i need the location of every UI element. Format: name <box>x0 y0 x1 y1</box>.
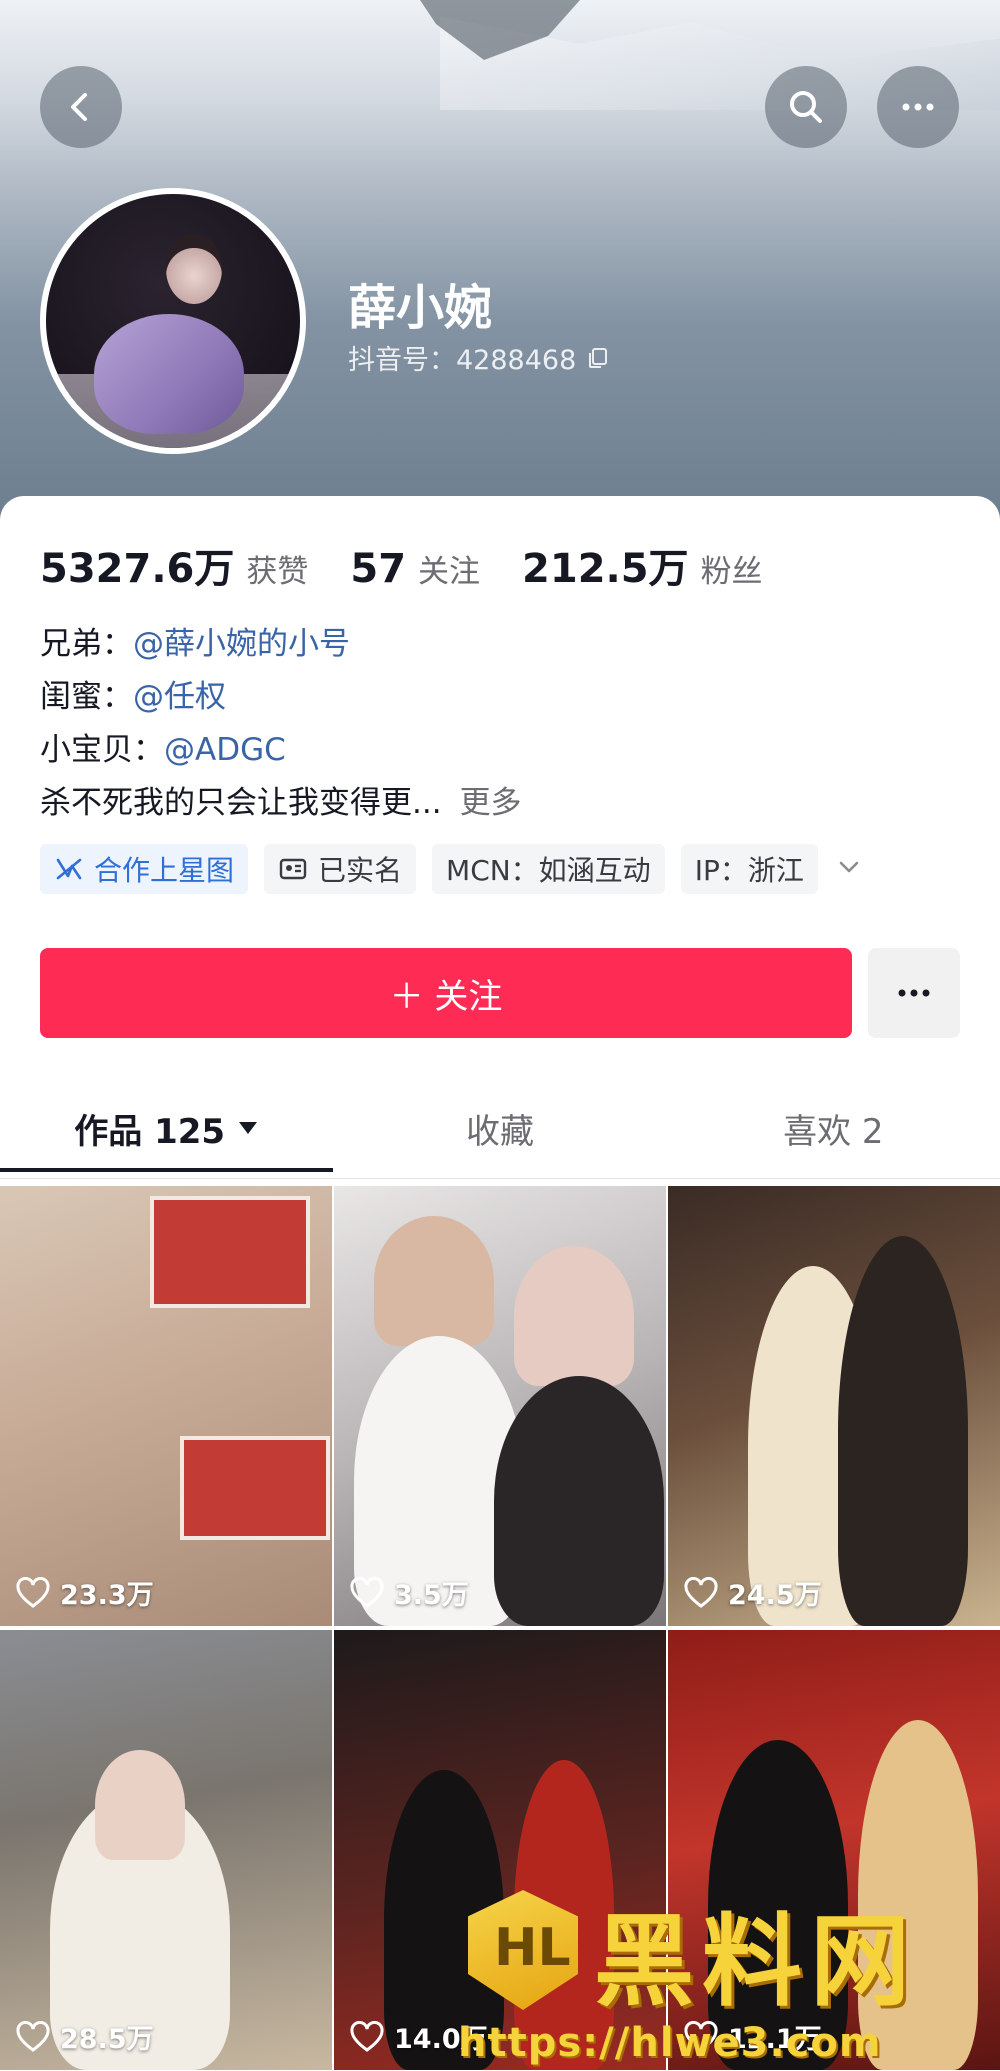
tag-label: IP：浙江 <box>694 854 804 887</box>
thumbnail-person <box>514 1246 634 1386</box>
like-count-value: 23.3万 <box>60 1580 154 1611</box>
bio-more-link[interactable]: 更多 <box>460 785 522 821</box>
heart-icon <box>16 2020 50 2052</box>
heart-icon <box>16 1576 50 1608</box>
bio-line: 小宝贝：@ADGC <box>40 724 522 777</box>
tab-label: 作品 125 <box>74 1111 226 1152</box>
watermark-title: 黑料网 <box>594 1903 918 2020</box>
following-label[interactable]: 关注 <box>418 546 480 591</box>
avatar-dress <box>94 314 244 434</box>
watermark: HL 黑料网 https://hlwe3.com <box>458 1880 1000 2071</box>
expand-tags-button[interactable] <box>834 852 864 886</box>
avatar[interactable] <box>40 188 306 454</box>
copy-icon[interactable] <box>586 346 610 370</box>
stats-row: 5327.6万 获赞 57 关注 212.5万 粉丝 <box>40 536 805 594</box>
bio-text: 杀不死我的只会让我变得更... <box>40 785 442 821</box>
video-thumbnail[interactable]: 23.3万 <box>0 1186 332 1626</box>
chevron-left-icon <box>71 93 87 121</box>
tag-label: 已实名 <box>318 854 403 887</box>
tag-verified-realname[interactable]: 已实名 <box>264 844 417 894</box>
bio-line-prefix: 小宝贝： <box>40 732 164 768</box>
bio-line-prefix: 兄弟： <box>40 626 133 662</box>
tag-star-map[interactable]: 合作上星图 <box>40 844 249 894</box>
watermark-logo-text: HL <box>494 1918 571 1978</box>
watermark-url: https://hlwe3.com <box>458 2020 882 2066</box>
thumbnail-person <box>494 1376 664 1626</box>
tag-label: MCN：如涵互动 <box>446 854 651 887</box>
douyin-id: 抖音号：4288468 <box>348 345 577 376</box>
followers-count[interactable]: 212.5万 <box>522 536 689 594</box>
thumbnail-person <box>374 1216 494 1346</box>
mention-link[interactable]: @任权 <box>133 679 226 715</box>
douyin-id-row[interactable]: 抖音号：4288468 <box>348 338 610 377</box>
tab-label: 收藏 <box>465 1111 534 1152</box>
like-count-value: 28.5万 <box>60 2024 154 2055</box>
search-icon <box>790 91 822 123</box>
search-button[interactable] <box>765 66 847 148</box>
caret-down-icon <box>239 1122 258 1134</box>
heart-icon <box>684 1576 718 1608</box>
tag-row: 合作上星图 已实名 MCN：如涵互动 IP：浙江 <box>40 844 864 894</box>
thumbnail-person <box>95 1750 185 1860</box>
bio-line-prefix: 闺蜜： <box>40 679 133 715</box>
tab-favorites[interactable]: 收藏 <box>333 1078 666 1178</box>
like-count-value: 3.5万 <box>394 1580 469 1611</box>
thumbnail-person <box>838 1236 968 1626</box>
likes-label: 获赞 <box>246 554 309 590</box>
heart-icon <box>350 1576 384 1608</box>
photo-print <box>150 1196 310 1308</box>
video-thumbnail[interactable]: 3.5万 <box>334 1186 666 1626</box>
video-thumbnail[interactable]: 24.5万 <box>668 1186 1000 1626</box>
bio: 兄弟：@薛小婉的小号 闺蜜：@任权 小宝贝：@ADGC 杀不死我的只会让我变得更… <box>40 618 522 830</box>
like-count: 23.3万 <box>16 1573 154 1612</box>
bio-line: 杀不死我的只会让我变得更... 更多 <box>40 777 522 830</box>
photo-print <box>180 1436 330 1540</box>
follow-button-label: ＋ 关注 <box>389 976 503 1017</box>
followers-label[interactable]: 粉丝 <box>701 546 763 591</box>
tabs-divider <box>0 1178 1000 1179</box>
nickname: 薛小婉 <box>348 280 493 336</box>
tag-mcn[interactable]: MCN：如涵互动 <box>432 844 665 894</box>
tag-label: 合作上星图 <box>94 854 235 887</box>
star-map-icon <box>56 858 82 880</box>
video-thumbnail[interactable]: 28.5万 <box>0 1630 332 2070</box>
bio-line: 兄弟：@薛小婉的小号 <box>40 618 522 671</box>
more-dots-icon <box>902 103 934 111</box>
avatar-head <box>166 234 222 304</box>
more-dots-icon <box>898 989 930 997</box>
chevron-down-icon <box>839 861 859 873</box>
following-count[interactable]: 57 <box>350 546 406 592</box>
profile-card: 5327.6万 获赞 57 关注 212.5万 粉丝 兄弟：@薛小婉的小号 闺蜜… <box>0 496 1000 2071</box>
like-count: 3.5万 <box>350 1573 469 1612</box>
id-card-icon <box>279 858 307 880</box>
tab-likes[interactable]: 喜欢 2 <box>667 1078 1000 1178</box>
like-count: 24.5万 <box>684 1573 822 1612</box>
mention-link[interactable]: @薛小婉的小号 <box>133 626 350 662</box>
more-options-button[interactable] <box>877 66 959 148</box>
mention-link[interactable]: @ADGC <box>164 732 286 768</box>
like-count-value: 24.5万 <box>728 1580 822 1611</box>
tab-works[interactable]: 作品 125 <box>0 1078 334 1178</box>
bio-line: 闺蜜：@任权 <box>40 671 522 724</box>
watermark-logo: HL <box>468 1890 578 2010</box>
follow-more-button[interactable] <box>868 948 960 1038</box>
heart-icon <box>350 2020 384 2052</box>
tab-label: 喜欢 2 <box>783 1111 884 1152</box>
tag-ip-location[interactable]: IP：浙江 <box>680 844 818 894</box>
likes-count: 5327.6万 <box>40 546 235 592</box>
like-count: 28.5万 <box>16 2017 154 2056</box>
back-button[interactable] <box>40 66 122 148</box>
follow-button[interactable]: ＋ 关注 <box>40 948 852 1038</box>
content-tabs: 作品 125 收藏 喜欢 2 <box>0 1078 1000 1178</box>
